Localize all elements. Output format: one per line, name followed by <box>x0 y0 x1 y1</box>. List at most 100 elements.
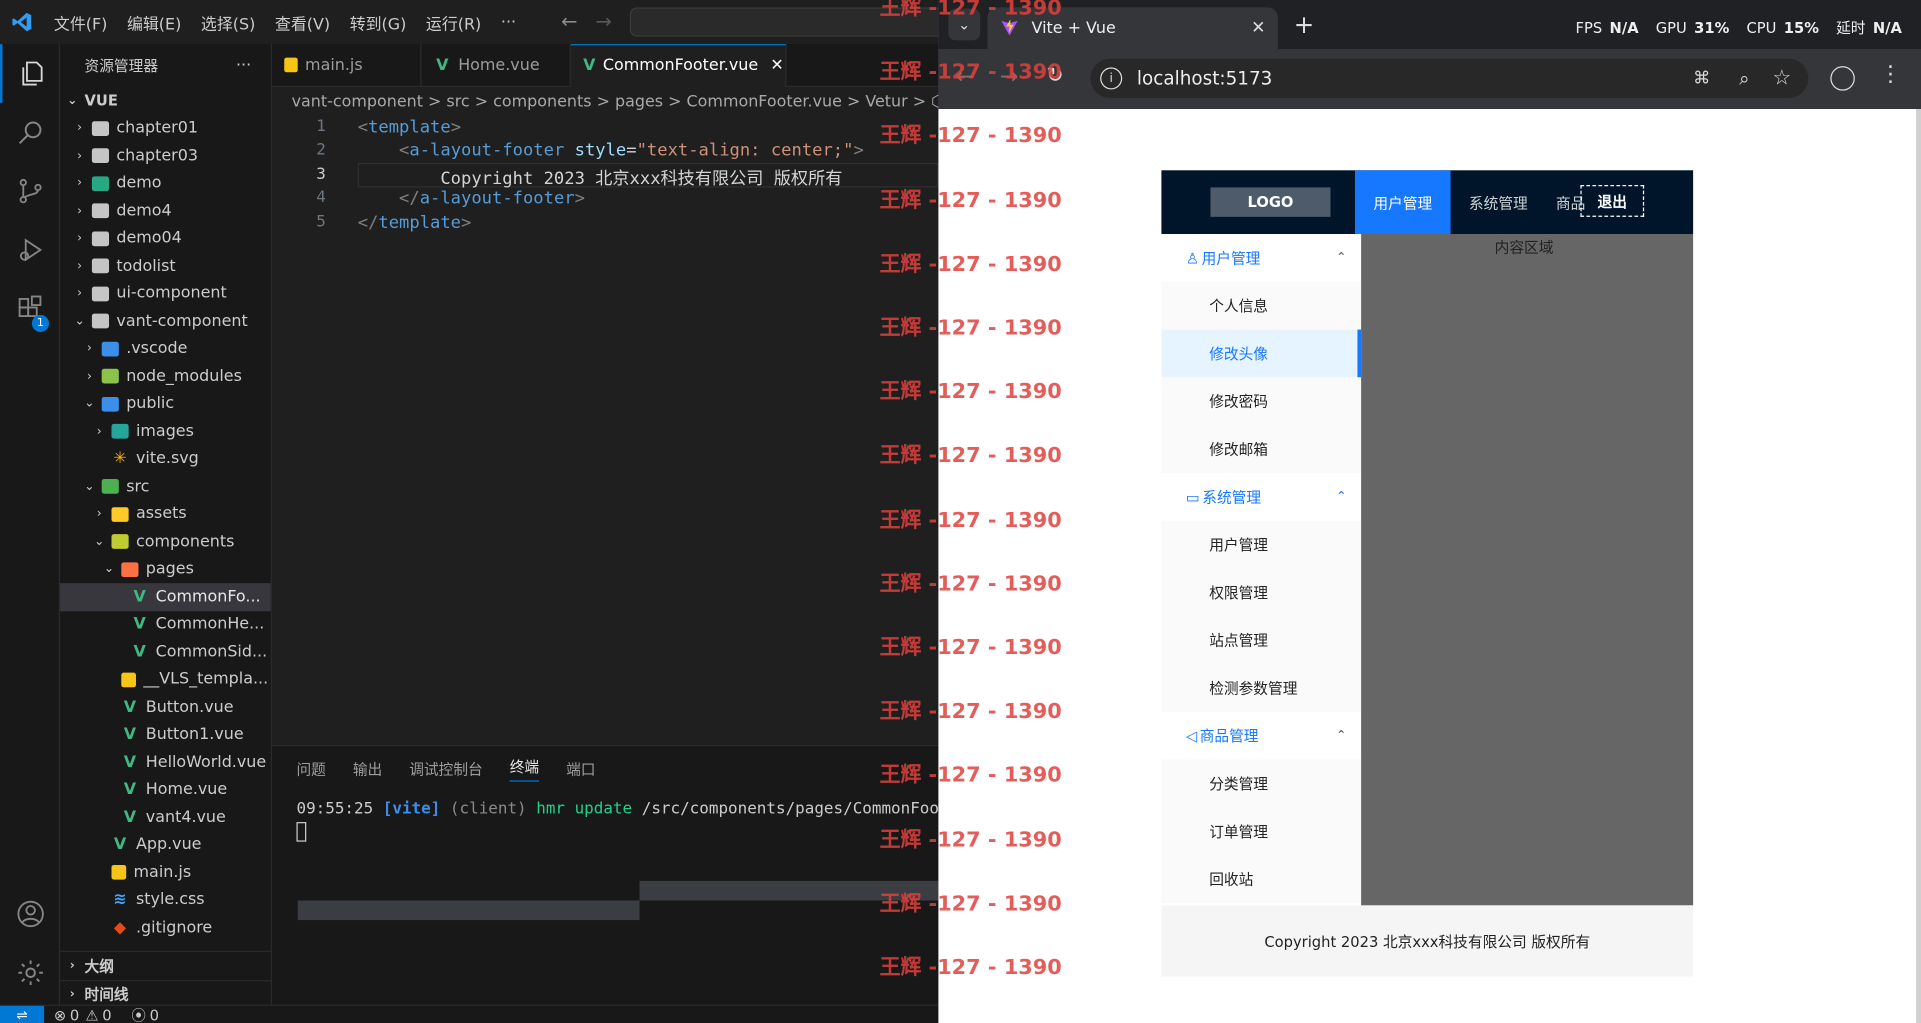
tree-item[interactable]: Vvant4.vue <box>60 804 271 832</box>
editor-tab[interactable]: V CommonFooter.vue ✕ <box>570 43 787 87</box>
top-nav-item[interactable]: 用户管理 <box>1354 170 1451 234</box>
editor-tab-label: main.js <box>305 55 363 75</box>
side-menu-item[interactable]: 回收站 <box>1161 855 1362 903</box>
editor-tab[interactable]: main.js <box>272 43 422 87</box>
tree-item[interactable]: › chapter01 <box>60 115 271 143</box>
side-menu-item[interactable]: 订单管理 <box>1161 807 1362 856</box>
new-tab-icon[interactable]: + <box>1294 10 1315 39</box>
tree-item[interactable]: V CommonHe... <box>60 611 271 639</box>
warning-icon[interactable]: ⚠ <box>85 1006 98 1023</box>
tree-item[interactable]: ⌄ pages <box>60 556 271 584</box>
tree-item[interactable]: V CommonFo... <box>60 583 271 611</box>
tree-item[interactable]: ⌄ public <box>60 390 271 418</box>
tree-item[interactable]: V Button1.vue <box>60 721 271 749</box>
browser-menu-icon[interactable]: ⋮ <box>1879 61 1901 87</box>
tree-item[interactable]: › todolist <box>60 252 271 280</box>
submenu-title[interactable]: ◁ 商品管理 ⌃ <box>1161 712 1361 760</box>
zoom-icon[interactable]: ⌕ <box>1739 67 1749 89</box>
side-menu-item[interactable]: 用户管理 <box>1161 520 1362 569</box>
menu-item[interactable]: 转到(G) <box>350 10 407 33</box>
tree-item[interactable]: ≋ style.css <box>60 886 271 914</box>
line-number: 1 <box>316 117 326 136</box>
panel-tab[interactable]: 终端 <box>509 755 540 782</box>
tree-item[interactable]: ⌄ src <box>60 473 271 501</box>
menu-item[interactable]: 编辑(E) <box>127 10 181 33</box>
menu-item[interactable]: 查看(V) <box>275 10 330 33</box>
side-menu-item[interactable]: 站点管理 <box>1161 616 1362 665</box>
search-icon[interactable] <box>0 103 60 162</box>
tree-item[interactable]: › assets <box>60 500 271 528</box>
tree-item[interactable]: › ui-component <box>60 280 271 308</box>
tree-item[interactable]: › .vscode <box>60 335 271 363</box>
css-file-icon: ≋ <box>113 890 127 910</box>
tab-close-icon[interactable]: ✕ <box>770 56 783 74</box>
tree-item[interactable]: › demo <box>60 170 271 198</box>
vscode-logo-icon[interactable] <box>0 0 44 44</box>
tree-item[interactable]: › images <box>60 418 271 446</box>
menu-item[interactable]: ··· <box>501 13 516 31</box>
tree-item[interactable]: › demo04 <box>60 225 271 253</box>
side-menu-item[interactable]: 修改头像 <box>1161 329 1362 378</box>
source-control-icon[interactable] <box>0 162 60 221</box>
ports-icon[interactable]: ⦿ <box>131 1005 146 1023</box>
tree-item[interactable]: › chapter03 <box>60 142 271 170</box>
side-menu-item[interactable]: 个人信息 <box>1161 281 1362 330</box>
panel-tab[interactable]: 端口 <box>566 758 595 779</box>
admin-layout: LOGO 退出 用户管理 系统管理 商品 ♙ 用户管理 ⌃ 个人信息 修改头像 修改密码 修改邮… <box>1161 170 1694 977</box>
submenu-title[interactable]: ♙ 用户管理 ⌃ <box>1161 234 1361 282</box>
tree-item[interactable]: › demo4 <box>60 197 271 225</box>
profile-icon[interactable] <box>1830 66 1855 91</box>
editor-tab[interactable]: V Home.vue <box>421 43 571 87</box>
tree-item[interactable]: ✳ vite.svg <box>60 445 271 473</box>
site-info-icon[interactable]: i <box>1100 67 1123 90</box>
terminal-output[interactable]: 09:55:25 [vite] (client) hmr update /src… <box>272 790 977 842</box>
tree-item[interactable]: __VLS_templa... <box>60 666 271 694</box>
settings-gear-icon[interactable] <box>0 943 60 1002</box>
top-nav-item[interactable]: 商品 <box>1546 170 1595 234</box>
explorer-icon[interactable] <box>0 44 60 103</box>
code-editor[interactable]: 1 <template> 2 <a-layout-footer style="tex… <box>271 116 939 745</box>
submenu-title[interactable]: ▭ 系统管理 ⌃ <box>1161 473 1361 521</box>
tree-item-label: .vscode <box>126 339 188 359</box>
bookmark-star-icon[interactable]: ☆ <box>1772 66 1791 91</box>
tree-item[interactable]: V Home.vue <box>60 776 271 804</box>
page-scrollbar[interactable] <box>1916 109 1921 1023</box>
tree-item[interactable]: V App.vue <box>60 831 271 859</box>
extensions-icon[interactable]: 1 <box>0 279 60 338</box>
panel-tab[interactable]: 输出 <box>353 758 382 779</box>
side-menu-item[interactable]: 分类管理 <box>1161 759 1362 808</box>
outline-section[interactable]: › 大纲 <box>60 952 271 980</box>
tree-item[interactable]: V Button.vue <box>60 693 271 721</box>
side-menu-item[interactable]: 修改密码 <box>1161 377 1362 426</box>
menu-item[interactable]: 文件(F) <box>54 10 107 33</box>
side-menu-item[interactable]: 检测参数管理 <box>1161 664 1362 712</box>
breadcrumb[interactable]: vant-component > src > components > page… <box>271 86 939 117</box>
tab-close-icon[interactable]: ✕ <box>1251 18 1265 38</box>
tree-item-label: HelloWorld.vue <box>145 753 267 772</box>
address-bar[interactable]: i localhost:5173 ⌘ ⌕ ☆ <box>1090 58 1809 99</box>
remote-icon[interactable]: ⇌ <box>0 1005 45 1023</box>
forward-arrow-icon[interactable]: → <box>595 10 611 33</box>
tree-item[interactable]: ⌄ vant-component <box>60 308 271 336</box>
error-icon[interactable]: ⊗ <box>54 1006 66 1023</box>
workspace-root[interactable]: ⌄ VUE <box>60 87 271 115</box>
side-menu-item[interactable]: 修改邮箱 <box>1161 425 1362 473</box>
menu-item[interactable]: 运行(R) <box>426 10 481 33</box>
timeline-section[interactable]: › 时间线 <box>60 979 271 1004</box>
side-menu-item[interactable]: 权限管理 <box>1161 568 1362 617</box>
tree-item[interactable]: ◆ .gitignore <box>60 914 271 942</box>
tree-item[interactable]: V CommonSid... <box>60 638 271 666</box>
back-arrow-icon[interactable]: ← <box>561 10 577 33</box>
panel-tab[interactable]: 调试控制台 <box>409 758 483 779</box>
top-nav-item[interactable]: 系统管理 <box>1451 170 1547 234</box>
panel-tab[interactable]: 问题 <box>296 758 325 779</box>
translate-icon[interactable]: ⌘ <box>1693 69 1710 89</box>
explorer-more-icon[interactable]: ··· <box>236 56 251 74</box>
run-debug-icon[interactable] <box>0 221 60 280</box>
account-icon[interactable] <box>0 885 60 944</box>
tree-item[interactable]: › node_modules <box>60 363 271 391</box>
tree-item[interactable]: main.js <box>60 859 271 887</box>
menu-item[interactable]: 选择(S) <box>201 10 255 33</box>
tree-item[interactable]: V HelloWorld.vue <box>60 749 271 777</box>
tree-item[interactable]: ⌄ components <box>60 528 271 556</box>
